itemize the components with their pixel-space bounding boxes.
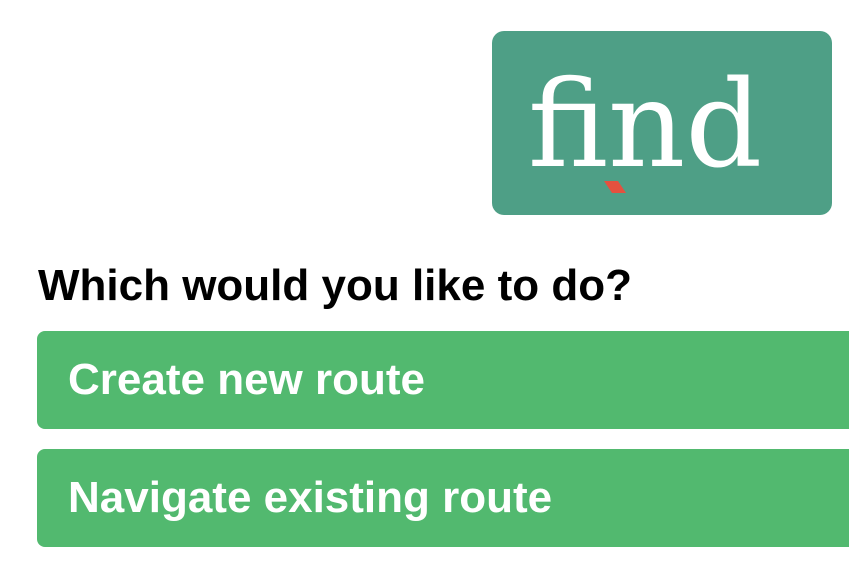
find-logo-mark: find — [528, 56, 762, 195]
find-logo: find — [492, 31, 832, 215]
create-new-route-button[interactable]: Create new route — [37, 331, 849, 429]
page-question: Which would you like to do? — [38, 261, 632, 310]
find-logo-text: find — [528, 56, 762, 195]
page: find Which would you like to do? Create … — [0, 0, 849, 579]
navigate-existing-route-button[interactable]: Navigate existing route — [37, 449, 849, 547]
